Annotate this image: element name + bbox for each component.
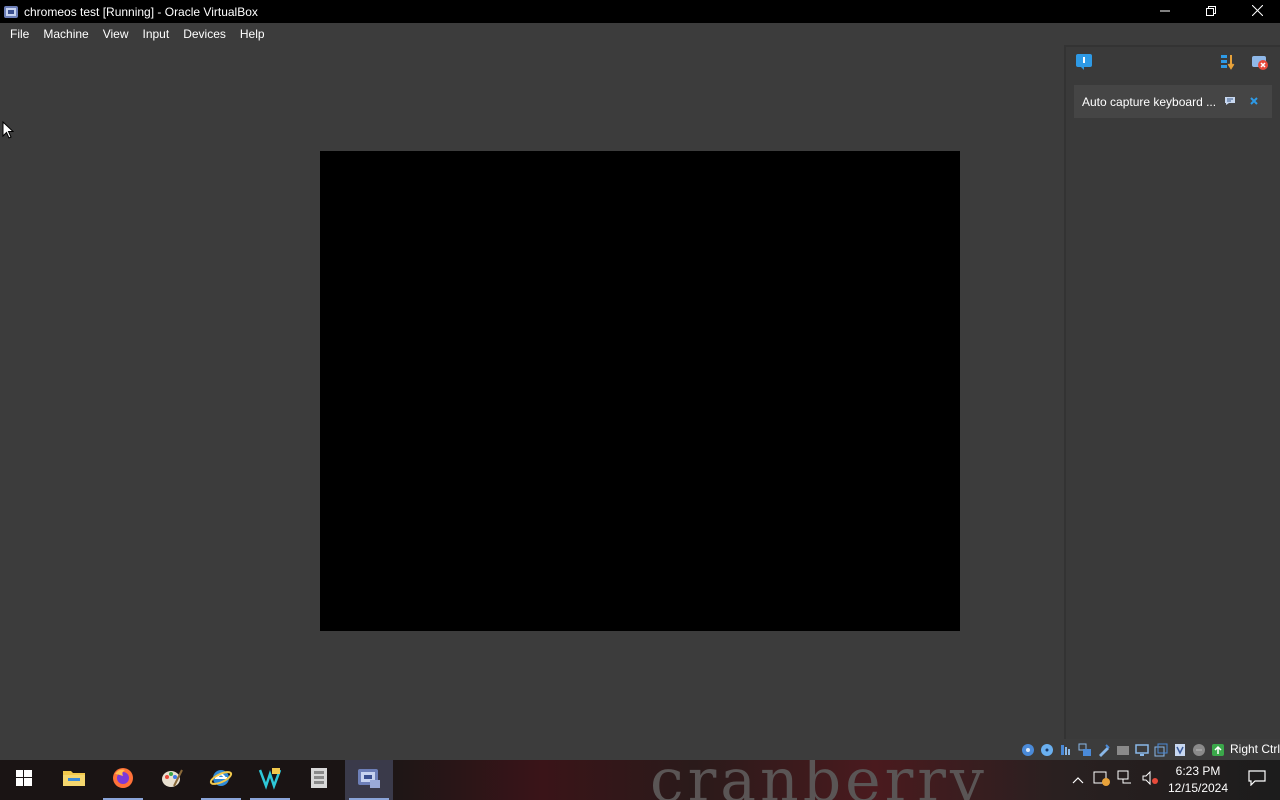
host-key-label: Right Ctrl bbox=[1229, 742, 1280, 756]
vm-screen[interactable] bbox=[320, 151, 960, 631]
minimize-button[interactable] bbox=[1142, 0, 1188, 23]
close-button[interactable] bbox=[1234, 0, 1280, 23]
taskbar: cranberry 6:23 PM 12/15/2024 bbox=[0, 760, 1280, 800]
taskbar-clock[interactable]: 6:23 PM 12/15/2024 bbox=[1162, 763, 1234, 797]
taskbar-paint[interactable] bbox=[148, 760, 196, 800]
volume-tray-button[interactable] bbox=[1138, 760, 1162, 800]
menu-file[interactable]: File bbox=[3, 23, 36, 45]
window-controls bbox=[1142, 0, 1280, 23]
system-tray: 6:23 PM 12/15/2024 bbox=[1066, 760, 1280, 800]
window-title: chromeos test [Running] - Oracle Virtual… bbox=[24, 4, 258, 19]
shield-warning-icon bbox=[1093, 770, 1111, 791]
minimize-icon bbox=[1160, 3, 1170, 21]
help-bubble-icon[interactable] bbox=[1224, 95, 1236, 107]
vm-status-bar: Right Ctrl bbox=[0, 739, 1280, 760]
status-indicators bbox=[1018, 741, 1227, 758]
action-center-button[interactable] bbox=[1234, 760, 1280, 800]
wallpaper-watermark: cranberry bbox=[650, 760, 988, 800]
message-center-icon bbox=[1075, 53, 1093, 76]
menu-bar: File Machine View Input Devices Help bbox=[0, 23, 1280, 45]
menu-help[interactable]: Help bbox=[233, 23, 272, 45]
mouse-integration-icon[interactable] bbox=[1189, 741, 1208, 758]
notification-center-panel: Auto capture keyboard ... bbox=[1064, 45, 1280, 739]
volume-muted-icon bbox=[1141, 770, 1159, 791]
cpu-icon[interactable] bbox=[1170, 741, 1189, 758]
taskbar-file-explorer[interactable] bbox=[50, 760, 98, 800]
recording-icon[interactable] bbox=[1151, 741, 1170, 758]
clear-all-icon bbox=[1251, 53, 1269, 76]
archive-icon bbox=[309, 766, 329, 795]
sort-icon bbox=[1219, 53, 1237, 76]
menu-devices[interactable]: Devices bbox=[176, 23, 233, 45]
title-bar: chromeos test [Running] - Oracle Virtual… bbox=[0, 0, 1280, 23]
clock-date: 12/15/2024 bbox=[1167, 781, 1229, 795]
internet-explorer-icon bbox=[209, 766, 233, 795]
optical-drive-icon[interactable] bbox=[1037, 741, 1056, 758]
hard-disk-icon[interactable] bbox=[1018, 741, 1037, 758]
menu-view[interactable]: View bbox=[96, 23, 136, 45]
restore-button[interactable] bbox=[1188, 0, 1234, 23]
menu-input[interactable]: Input bbox=[136, 23, 177, 45]
sort-button[interactable] bbox=[1218, 54, 1238, 74]
notification-icon bbox=[1248, 769, 1266, 791]
usb-icon[interactable] bbox=[1094, 741, 1113, 758]
chevron-up-icon bbox=[1072, 771, 1084, 789]
vs-icon bbox=[258, 766, 282, 795]
menu-machine[interactable]: Machine bbox=[36, 23, 95, 45]
close-notification-icon[interactable] bbox=[1248, 95, 1260, 107]
show-hidden-icons-button[interactable] bbox=[1066, 760, 1090, 800]
taskbar-virtualbox[interactable] bbox=[345, 760, 393, 800]
notification-text: Auto capture keyboard ... bbox=[1082, 94, 1217, 109]
start-button[interactable] bbox=[0, 760, 48, 800]
paint-icon bbox=[160, 766, 184, 795]
notification-item[interactable]: Auto capture keyboard ... bbox=[1074, 85, 1272, 118]
restore-icon bbox=[1206, 3, 1216, 21]
notification-toolbar bbox=[1066, 47, 1280, 81]
taskbar-firefox[interactable] bbox=[99, 760, 147, 800]
vm-display-area[interactable] bbox=[0, 45, 1064, 739]
file-explorer-icon bbox=[62, 768, 86, 793]
network-tray-button[interactable] bbox=[1114, 760, 1138, 800]
virtualbox-icon bbox=[356, 766, 382, 795]
taskbar-internet-explorer[interactable] bbox=[197, 760, 245, 800]
keyboard-icon[interactable] bbox=[1208, 741, 1227, 758]
network-icon[interactable] bbox=[1075, 741, 1094, 758]
shared-folders-icon[interactable] bbox=[1113, 741, 1132, 758]
taskbar-archive[interactable] bbox=[295, 760, 343, 800]
message-center-button[interactable] bbox=[1074, 53, 1094, 76]
audio-icon[interactable] bbox=[1056, 741, 1075, 758]
virtualbox-app-icon[interactable] bbox=[3, 4, 19, 20]
clear-all-button[interactable] bbox=[1250, 54, 1270, 74]
display-icon[interactable] bbox=[1132, 741, 1151, 758]
close-icon bbox=[1251, 3, 1263, 21]
clock-time: 6:23 PM bbox=[1175, 764, 1221, 778]
firefox-icon bbox=[111, 766, 135, 795]
start-icon bbox=[16, 769, 32, 791]
mouse-cursor-icon bbox=[2, 120, 15, 144]
taskbar-vs[interactable] bbox=[246, 760, 294, 800]
security-tray-button[interactable] bbox=[1090, 760, 1114, 800]
network-tray-icon bbox=[1117, 770, 1135, 791]
